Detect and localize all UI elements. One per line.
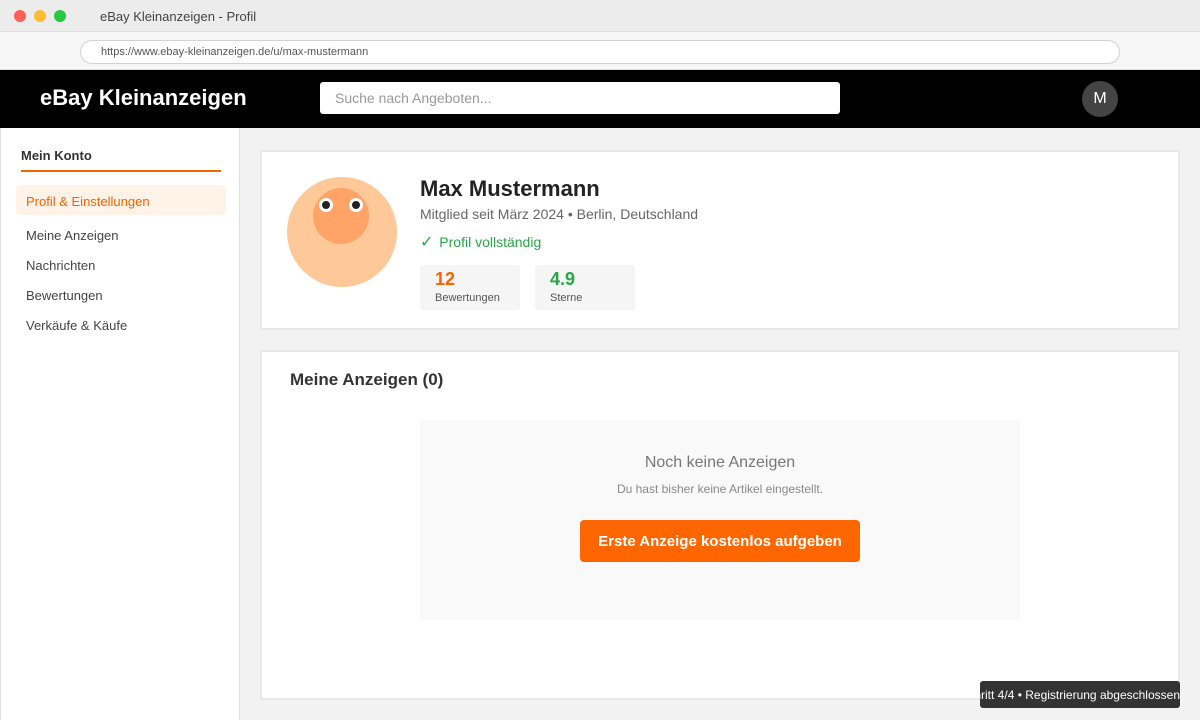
toast-text: Schritt 4/4 • Registrierung abgeschlosse… — [980, 688, 1180, 702]
sidebar-item-messages[interactable]: Nachrichten — [16, 249, 226, 279]
browser-toolbar: https://www.ebay-kleinanzeigen.de/u/max-… — [0, 32, 1200, 70]
sidebar-item-my-listings[interactable]: Meine Anzeigen — [16, 219, 226, 249]
stat-ratings-label: Bewertungen — [435, 292, 500, 304]
stat-ratings: 12 Bewertungen — [420, 265, 520, 310]
stat-ratings-value: 12 — [435, 269, 456, 289]
avatar-face-icon — [313, 188, 369, 244]
profile-card: Max Mustermann Mitglied seit März 2024 •… — [260, 150, 1180, 330]
close-window-button[interactable] — [14, 10, 26, 22]
sidebar-item-profile-settings[interactable]: Profil & Einstellungen — [16, 185, 226, 215]
avatar-eye-right — [349, 198, 363, 212]
profile-meta: Mitglied seit März 2024 • Berlin, Deutsc… — [420, 206, 699, 222]
site-header: eBay Kleinanzeigen M — [0, 70, 1200, 128]
maximize-window-button[interactable] — [54, 10, 66, 22]
account-sidebar: Mein Konto Profil & Einstellungen Meine … — [0, 128, 240, 720]
sidebar-heading: Mein Konto — [21, 148, 221, 172]
create-listing-button[interactable]: Erste Anzeige kostenlos aufgeben — [580, 520, 860, 562]
profile-status-label: Profil vollständig — [439, 234, 542, 250]
sidebar-item-ratings[interactable]: Bewertungen — [16, 279, 226, 309]
listings-card: Meine Anzeigen (0) Noch keine Anzeigen D… — [260, 350, 1180, 700]
avatar-eye-left — [319, 198, 333, 212]
profile-status: ✓ Profil vollständig — [420, 232, 541, 252]
checkmark-icon: ✓ — [420, 234, 434, 251]
sidebar-item-sales-purchases[interactable]: Verkäufe & Käufe — [16, 309, 226, 339]
address-bar[interactable]: https://www.ebay-kleinanzeigen.de/u/max-… — [80, 40, 1120, 64]
minimize-window-button[interactable] — [34, 10, 46, 22]
stat-stars-label: Sterne — [550, 292, 583, 304]
listings-title: Meine Anzeigen (0) — [290, 370, 444, 389]
window-title: eBay Kleinanzeigen - Profil — [100, 9, 257, 24]
user-avatar-button[interactable]: M — [1082, 81, 1118, 117]
empty-state: Noch keine Anzeigen Du hast bisher keine… — [420, 420, 1020, 620]
empty-state-title: Noch keine Anzeigen — [644, 454, 796, 471]
empty-state-subtitle: Du hast bisher keine Artikel eingestellt… — [616, 482, 824, 496]
site-logo[interactable]: eBay Kleinanzeigen — [40, 85, 247, 111]
stat-stars-value: 4.9 — [550, 269, 576, 289]
window-titlebar: eBay Kleinanzeigen - Profil — [0, 0, 1200, 32]
status-toast: Schritt 4/4 • Registrierung abgeschlosse… — [980, 681, 1180, 708]
profile-avatar — [287, 177, 397, 287]
stat-stars: 4.9 Sterne — [535, 265, 635, 310]
profile-name: Max Mustermann — [420, 176, 600, 201]
search-input[interactable] — [320, 82, 840, 114]
